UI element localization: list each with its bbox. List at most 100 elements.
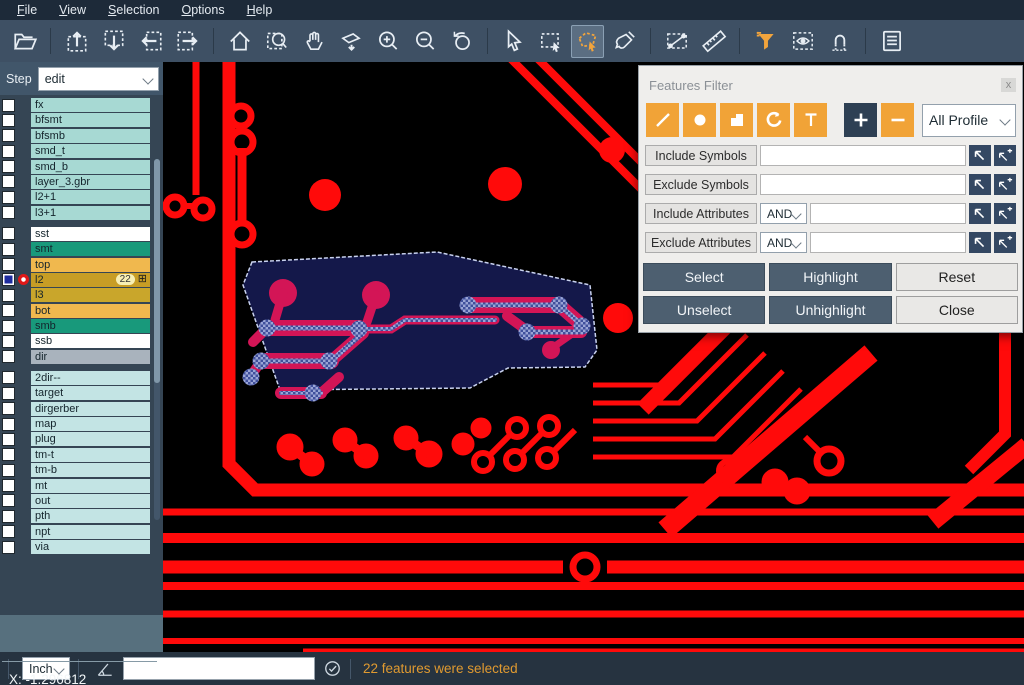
select-pointer-button[interactable] (497, 25, 530, 58)
layer-visibility-checkbox[interactable] (2, 335, 15, 348)
snap-button[interactable] (823, 25, 856, 58)
zoom-in-button[interactable] (371, 25, 404, 58)
layer-label-bar[interactable]: bfsmb⊞ (31, 129, 150, 143)
layer-visibility-checkbox[interactable] (2, 206, 15, 219)
include-attributes-operator-select[interactable]: AND (760, 203, 807, 224)
drag-view-button[interactable] (334, 25, 367, 58)
refresh-check-icon[interactable] (323, 659, 342, 678)
layer-visibility-checkbox[interactable] (2, 258, 15, 271)
pan-left-button[interactable] (134, 25, 167, 58)
layer-label-bar[interactable]: smt⊞ (31, 242, 150, 256)
layer-label-bar[interactable]: layer_3.gbr⊞ (31, 175, 150, 189)
unhighlight-button[interactable]: Unhighlight (769, 296, 891, 324)
exclude-attributes-operator-select[interactable]: AND (760, 232, 807, 253)
layer-visibility-checkbox[interactable] (2, 494, 15, 507)
unselect-button[interactable]: Unselect (643, 296, 765, 324)
pick-add-attribute-button[interactable] (994, 203, 1016, 224)
pick-add-symbol-button[interactable] (994, 174, 1016, 195)
pick-symbol-button[interactable] (969, 174, 991, 195)
pick-attribute-button[interactable] (969, 203, 991, 224)
pan-hand-button[interactable] (297, 25, 330, 58)
layer-visibility-checkbox[interactable] (2, 510, 15, 523)
layer-visibility-checkbox[interactable] (2, 289, 15, 302)
layer-label-bar[interactable]: l3+1⊞ (31, 206, 150, 220)
polygon-select-button[interactable] (571, 25, 604, 58)
menu-selection[interactable]: Selection (97, 0, 170, 20)
pick-add-symbol-button[interactable] (994, 145, 1016, 166)
report-button[interactable] (875, 25, 908, 58)
layer-visibility-checkbox[interactable] (2, 160, 15, 173)
add-filter-button[interactable] (844, 103, 877, 137)
measure-points-button[interactable] (660, 25, 693, 58)
layer-label-bar[interactable]: plug⊞ (31, 432, 150, 446)
remove-filter-button[interactable] (881, 103, 914, 137)
menu-options[interactable]: Options (170, 0, 235, 20)
menu-view[interactable]: View (48, 0, 97, 20)
layer-label-bar[interactable]: l222⊞ (31, 273, 150, 287)
pan-right-button[interactable] (171, 25, 204, 58)
layer-visibility-checkbox[interactable] (2, 191, 15, 204)
layer-label-bar[interactable]: mt⊞ (31, 479, 150, 493)
exclude-symbols-button[interactable]: Exclude Symbols (645, 174, 757, 195)
step-select[interactable]: edit (38, 67, 159, 91)
layer-label-bar[interactable]: bot⊞ (31, 304, 150, 318)
layer-visibility-checkbox[interactable] (2, 433, 15, 446)
exclude-attributes-button[interactable]: Exclude Attributes (645, 232, 757, 253)
include-symbols-input[interactable] (760, 145, 966, 166)
layer-label-bar[interactable]: via⊞ (31, 540, 150, 554)
layer-label-bar[interactable]: target⊞ (31, 386, 150, 400)
close-button[interactable]: Close (896, 296, 1018, 324)
layer-label-bar[interactable]: dirgerber⊞ (31, 402, 150, 416)
clear-highlight-button[interactable] (608, 25, 641, 58)
layer-visibility-checkbox[interactable] (2, 479, 15, 492)
layer-visibility-checkbox[interactable] (2, 175, 15, 188)
layer-list-scrollbar[interactable] (154, 159, 160, 520)
exclude-symbols-input[interactable] (760, 174, 966, 195)
layer-label-bar[interactable]: 2dir--⊞ (31, 371, 150, 385)
zoom-previous-button[interactable] (445, 25, 478, 58)
open-button[interactable] (8, 25, 41, 58)
layer-visibility-checkbox[interactable] (2, 227, 15, 240)
pcb-canvas[interactable]: Features Filter x All Profile Include Sy… (163, 62, 1024, 652)
layer-visibility-checkbox[interactable] (2, 448, 15, 461)
include-symbols-button[interactable]: Include Symbols (645, 145, 757, 166)
measure-ruler-button[interactable] (697, 25, 730, 58)
layer-visibility-checkbox[interactable] (2, 273, 15, 286)
layer-label-bar[interactable]: out⊞ (31, 494, 150, 508)
layer-visibility-checkbox[interactable] (2, 99, 15, 112)
pan-down-button[interactable] (97, 25, 130, 58)
pick-add-attribute-button[interactable] (994, 232, 1016, 253)
exclude-attributes-input[interactable] (810, 232, 966, 253)
menu-file[interactable]: File (6, 0, 48, 20)
layer-label-bar[interactable]: tm-b⊞ (31, 463, 150, 477)
menu-help[interactable]: Help (236, 0, 284, 20)
layer-visibility-checkbox[interactable] (2, 243, 15, 256)
dialog-title-bar[interactable]: Features Filter x (639, 66, 1022, 98)
layer-label-bar[interactable]: top⊞ (31, 258, 150, 272)
layer-label-bar[interactable]: l2+1⊞ (31, 190, 150, 204)
layer-visibility-checkbox[interactable] (2, 145, 15, 158)
layer-label-bar[interactable]: pth⊞ (31, 509, 150, 523)
layer-visibility-checkbox[interactable] (2, 541, 15, 554)
include-attributes-button[interactable]: Include Attributes (645, 203, 757, 224)
layer-visibility-checkbox[interactable] (2, 320, 15, 333)
line-feature-button[interactable] (646, 103, 679, 137)
layer-visibility-checkbox[interactable] (2, 402, 15, 415)
layer-visibility-checkbox[interactable] (2, 464, 15, 477)
view-options-button[interactable] (786, 25, 819, 58)
profile-select[interactable]: All Profile (922, 104, 1016, 137)
layer-label-bar[interactable]: bfsmt⊞ (31, 113, 150, 127)
layer-visibility-checkbox[interactable] (2, 304, 15, 317)
layer-visibility-checkbox[interactable] (2, 418, 15, 431)
select-button[interactable]: Select (643, 263, 765, 291)
surface-feature-button[interactable] (720, 103, 753, 137)
pad-feature-button[interactable] (683, 103, 716, 137)
pan-up-button[interactable] (60, 25, 93, 58)
layer-label-bar[interactable]: tm-t⊞ (31, 448, 150, 462)
layer-visibility-checkbox[interactable] (2, 387, 15, 400)
rectangle-select-button[interactable] (534, 25, 567, 58)
layer-visibility-checkbox[interactable] (2, 129, 15, 142)
pick-attribute-button[interactable] (969, 232, 991, 253)
reset-button[interactable]: Reset (896, 263, 1018, 291)
zoom-window-button[interactable] (260, 25, 293, 58)
